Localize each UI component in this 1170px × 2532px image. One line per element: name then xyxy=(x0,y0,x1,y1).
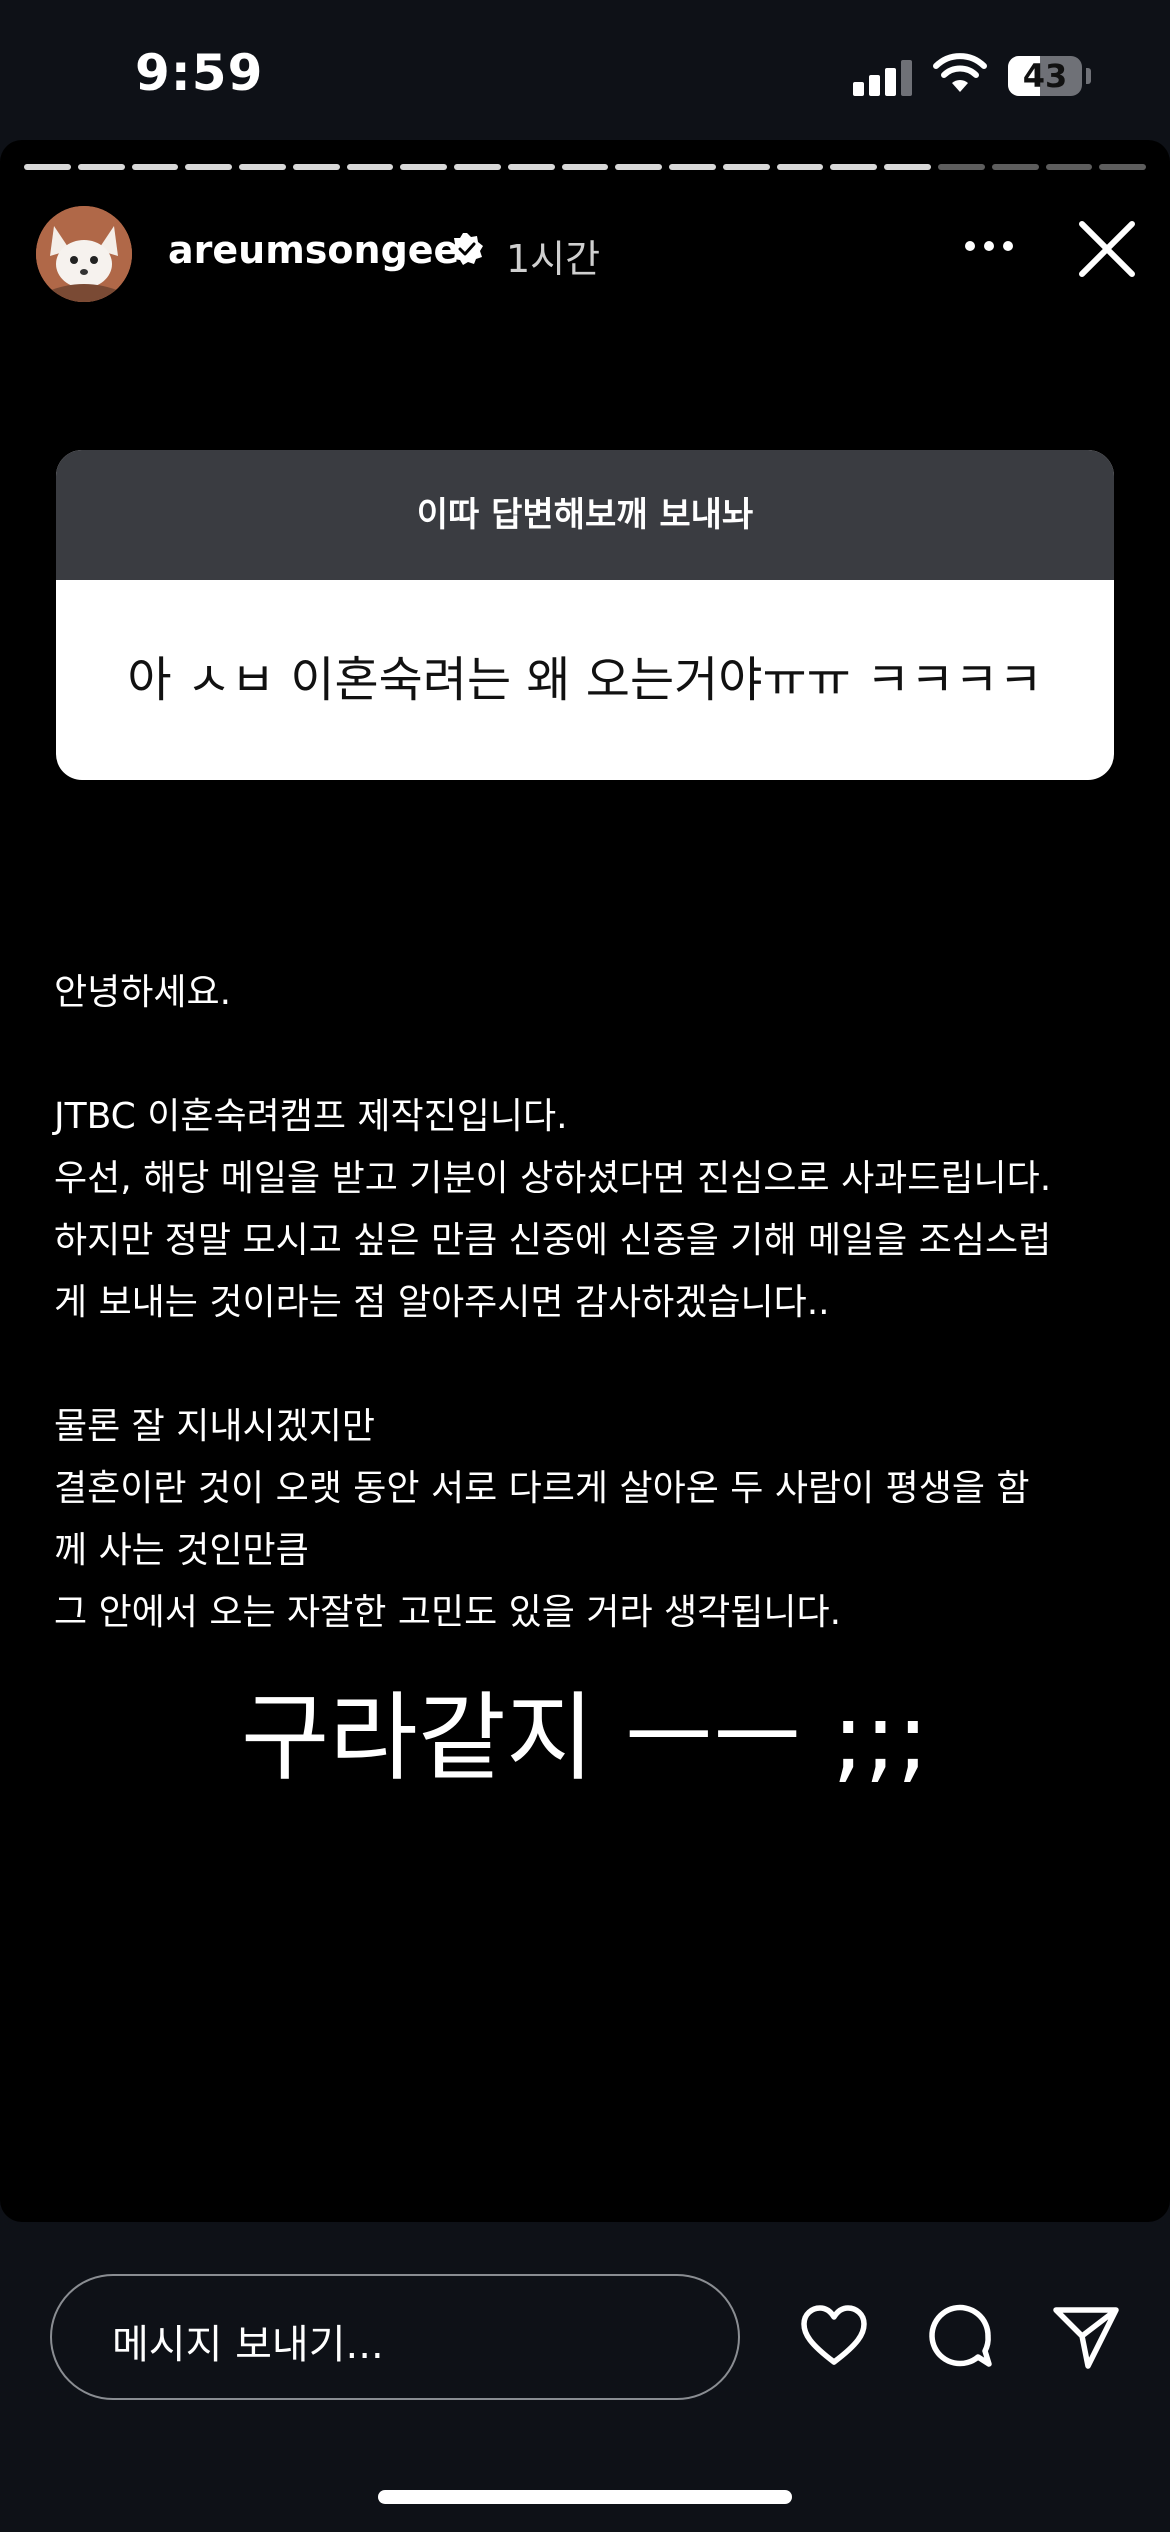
progress-segment xyxy=(77,164,125,170)
more-options-icon[interactable] xyxy=(962,238,1016,254)
body-line: 게 보내는 것이라는 점 알아주시면 감사하겠습니다.. xyxy=(54,1282,830,1323)
body-spacer xyxy=(54,1334,1134,1396)
avatar[interactable] xyxy=(36,206,132,302)
body-line: 안녕하세요. xyxy=(54,972,232,1013)
progress-segment xyxy=(1045,164,1093,170)
cellular-signal-icon xyxy=(853,60,913,96)
story-caption: 구라같지 ㅡㅡ ;;; xyxy=(241,1682,929,1794)
message-input[interactable]: 메시지 보내기... xyxy=(50,2274,740,2400)
body-line: JTBC 이혼숙려캠프 제작진입니다. xyxy=(54,1096,568,1137)
progress-segment xyxy=(131,164,179,170)
story-body-text: 안녕하세요. JTBC 이혼숙려캠프 제작진입니다. 우선, 해당 메일을 받고 기… xyxy=(54,962,1134,1644)
body-line: 하지만 정말 모시고 싶은 만큼 신중에 신중을 기해 메일을 조심스럽 xyxy=(54,1220,1052,1261)
status-time: 9:59 xyxy=(135,44,264,102)
progress-segment xyxy=(938,164,985,170)
battery-percentage: 43 xyxy=(1022,57,1068,95)
comment-icon[interactable] xyxy=(924,2300,996,2372)
wifi-icon xyxy=(933,53,987,92)
username[interactable]: areumsongee xyxy=(168,228,459,272)
battery-icon: 43 xyxy=(1008,56,1082,96)
story-viewer[interactable]: areumsongee 1시간 이따 답변해보깨 보내놔 아 ㅅㅂ 이혼숙려는 … xyxy=(0,140,1170,2222)
progress-segment xyxy=(185,164,233,170)
progress-segment xyxy=(991,164,1039,170)
story-header: areumsongee 1시간 xyxy=(0,198,1170,308)
progress-segment xyxy=(346,164,394,170)
story-progress-bar xyxy=(24,164,1147,170)
body-line: 께 사는 것인만큼 xyxy=(54,1530,309,1571)
close-icon[interactable] xyxy=(1076,218,1138,280)
progress-segment xyxy=(615,164,663,170)
progress-segment xyxy=(292,164,340,170)
question-answer: 아 ㅅㅂ 이혼숙려는 왜 오는거야ㅠㅠ ㅋㅋㅋㅋ xyxy=(127,652,1043,708)
home-indicator[interactable] xyxy=(378,2490,792,2504)
body-line: 결혼이란 것이 오랫 동안 서로 다르게 살아온 두 사람이 평생을 함 xyxy=(54,1468,1030,1509)
body-line: 우선, 해당 메일을 받고 기분이 상하셨다면 진심으로 사과드립니다. xyxy=(54,1158,1052,1199)
battery-cap xyxy=(1086,68,1091,84)
status-bar: 9:59 43 xyxy=(0,0,1170,140)
message-input-placeholder: 메시지 보내기... xyxy=(112,2322,384,2368)
progress-segment xyxy=(1099,164,1147,170)
post-time: 1시간 xyxy=(506,237,601,281)
question-sticker: 이따 답변해보깨 보내놔 아 ㅅㅂ 이혼숙려는 왜 오는거야ㅠㅠ ㅋㅋㅋㅋ xyxy=(56,450,1114,780)
progress-segment xyxy=(830,164,878,170)
progress-segment xyxy=(884,164,932,170)
body-line: 그 안에서 오는 자잘한 고민도 있을 거라 생각됩니다. xyxy=(54,1592,842,1633)
send-icon[interactable] xyxy=(1050,2300,1122,2372)
body-spacer xyxy=(54,1024,1134,1086)
verified-badge-icon xyxy=(451,233,483,265)
progress-segment xyxy=(561,164,609,170)
progress-segment xyxy=(400,164,448,170)
reply-bar: 메시지 보내기... xyxy=(0,2222,1170,2532)
progress-segment xyxy=(454,164,501,170)
progress-segment xyxy=(722,164,770,170)
question-title: 이따 답변해보깨 보내놔 xyxy=(56,450,1114,580)
body-line: 물론 잘 지내시겠지만 xyxy=(54,1406,375,1447)
progress-segment xyxy=(24,164,71,170)
avatar-image xyxy=(36,206,132,302)
progress-segment xyxy=(507,164,555,170)
heart-icon[interactable] xyxy=(798,2300,870,2372)
progress-segment xyxy=(776,164,824,170)
progress-segment xyxy=(239,164,286,170)
progress-segment xyxy=(669,164,716,170)
